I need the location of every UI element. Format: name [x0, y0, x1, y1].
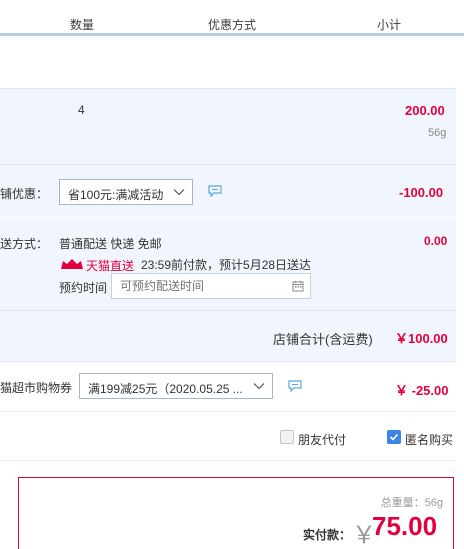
- discount-column-header: 优惠方式: [208, 18, 257, 32]
- shop-total-row: [0, 311, 456, 361]
- shop-discount-amount: -100.00: [399, 185, 444, 200]
- appointment-time-input[interactable]: [120, 279, 280, 293]
- calendar-icon[interactable]: [292, 280, 304, 292]
- chevron-down-icon: [253, 383, 265, 390]
- divider: [0, 411, 456, 412]
- delivery-method: 普通配送 快递 免邮: [59, 237, 162, 251]
- tmall-badge-text: 天猫直送: [86, 259, 135, 273]
- chevron-down-icon: [173, 189, 185, 196]
- item-weight: 56g: [428, 127, 447, 139]
- friend-pay-checkbox[interactable]: [280, 430, 294, 444]
- message-icon[interactable]: [208, 185, 222, 197]
- quantity-column-header: 数量: [70, 18, 95, 32]
- shop-discount-select[interactable]: 省100元:满减活动: [59, 179, 193, 205]
- friend-pay-label: 朋友代付: [298, 433, 347, 447]
- coupon-amount: ￥ -25.00: [395, 383, 449, 398]
- anonymous-checkbox[interactable]: [387, 430, 401, 444]
- divider: [0, 88, 456, 89]
- shop-discount-selected: 省100元:满减活动: [68, 188, 164, 202]
- delivery-label: 送方式：: [0, 237, 49, 251]
- anonymous-label: 匿名购买: [405, 433, 454, 447]
- delivery-promise: 23:59前付款，预计5月28日送达: [141, 258, 312, 272]
- payment-summary: 总重量：56g 实付款： ￥ 75.00: [18, 477, 454, 549]
- item-subtotal: 200.00: [405, 103, 445, 118]
- appointment-time-label: 预约时间: [59, 281, 108, 295]
- delivery-amount: 0.00: [424, 234, 448, 248]
- item-quantity: 4: [78, 103, 85, 117]
- divider: [0, 310, 456, 311]
- divider: [0, 361, 456, 362]
- tmall-cat-icon: [61, 259, 83, 269]
- pay-label: 实付款：: [303, 528, 352, 542]
- check-icon: [389, 433, 399, 441]
- subtotal-column-header: 小计: [377, 18, 402, 32]
- appointment-time-field[interactable]: [111, 273, 311, 299]
- coupon-select[interactable]: 满199减25元（2020.05.25 ...: [79, 373, 273, 399]
- coupon-selected: 满199减25元（2020.05.25 ...: [88, 382, 243, 396]
- coupon-label: 猫超市购物券: [0, 381, 73, 395]
- total-weight: 总重量：56g: [380, 497, 443, 509]
- tmall-direct-badge: 天猫直送: [60, 257, 134, 273]
- table-header: 数量 优惠方式 小计: [0, 0, 464, 36]
- order-confirm-page: 数量 优惠方式 小计 4 200.00 56g 铺优惠： 省100元:满减活动 …: [0, 0, 464, 549]
- shop-discount-label: 铺优惠：: [0, 187, 49, 201]
- item-row: [0, 89, 456, 164]
- pay-amount: 75.00: [372, 511, 438, 541]
- shop-total-value: ￥100.00: [395, 331, 448, 346]
- message-icon[interactable]: [288, 380, 302, 392]
- divider: [0, 460, 456, 461]
- shop-total-label: 店铺合计(含运费): [273, 332, 373, 347]
